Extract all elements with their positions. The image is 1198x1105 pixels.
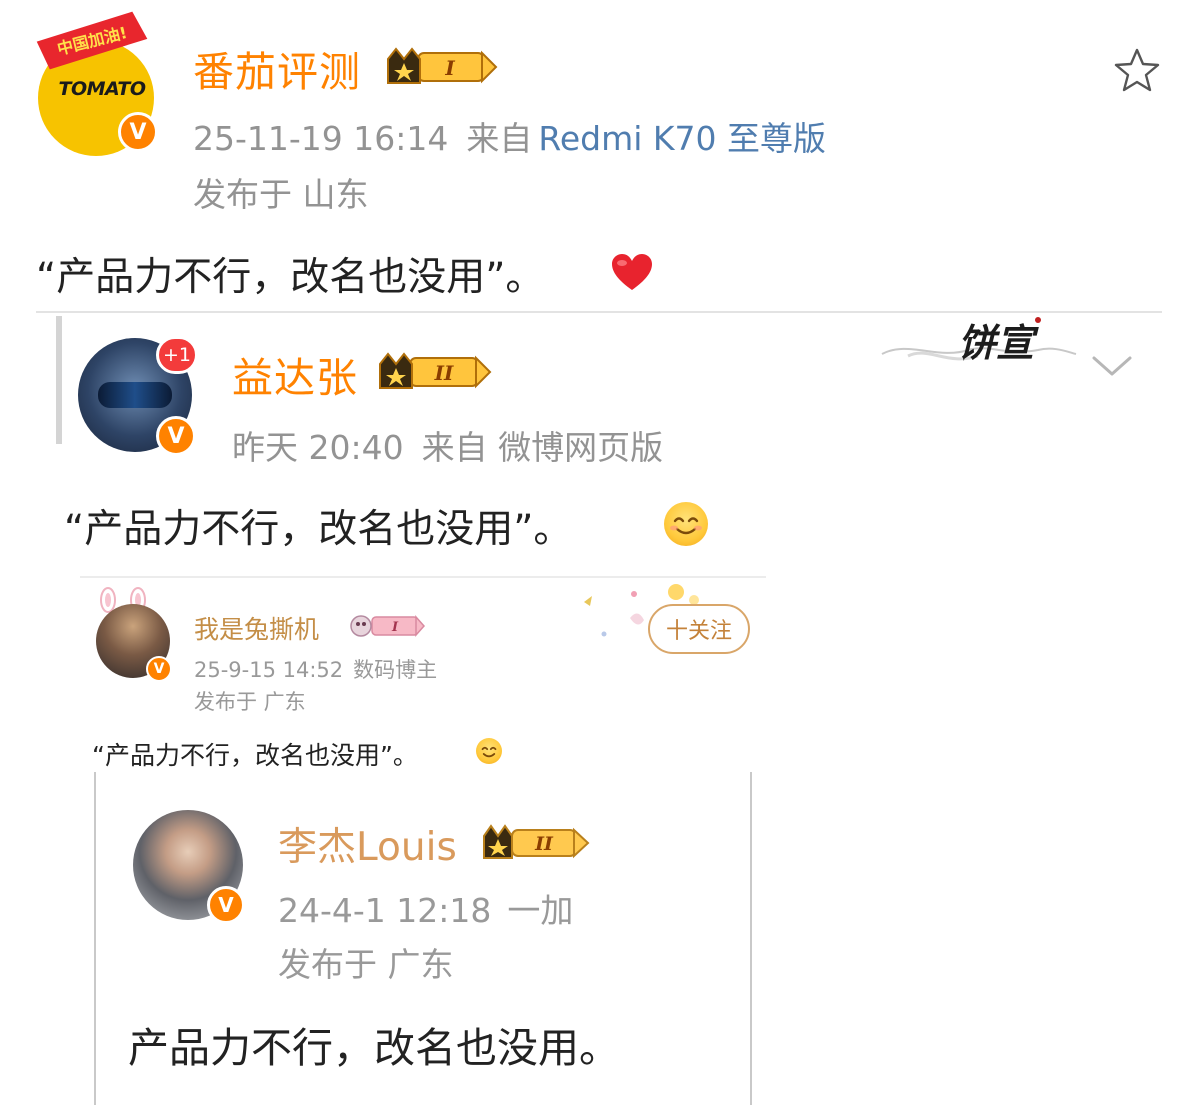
repost2-time: 25-9-15 14:52 — [194, 658, 344, 682]
verified-badge-icon: V — [207, 886, 245, 924]
repost3-meta: 24-4-1 12:18 一加 — [278, 884, 573, 932]
source-label: 来自 — [421, 428, 488, 467]
quote-bar — [56, 316, 62, 444]
repost1-text: “产品力不行，改名也没用”。 — [64, 507, 573, 552]
repost3-time: 24-4-1 12:18 — [278, 891, 492, 930]
source-label: 来自 — [466, 119, 533, 158]
post-text: “产品力不行，改名也没用”。 — [36, 255, 545, 300]
repost2-text: “产品力不行，改名也没用”。 — [92, 741, 418, 770]
crown-icon: I — [387, 47, 498, 84]
repost3-source: 一加 — [507, 891, 574, 930]
svg-text:饼宣: 饼宣 — [958, 320, 1039, 365]
author-name[interactable]: 番茄评测 — [193, 38, 361, 98]
source-link[interactable]: Redmi K70 至尊版 — [538, 119, 826, 158]
notification-badge: +1 — [156, 336, 198, 374]
repost3-text: 产品力不行，改名也没用。 — [128, 1024, 620, 1072]
chevron-down-icon[interactable] — [1090, 352, 1134, 380]
verified-badge-icon: V — [156, 416, 196, 456]
post-location: 发布于 山东 — [193, 175, 369, 214]
star-icon[interactable] — [1112, 46, 1162, 96]
level-text: II — [534, 833, 554, 855]
level-text: I — [444, 56, 455, 80]
post-time: 25-11-19 16:14 — [193, 119, 449, 158]
repost3-author-name[interactable]: 李杰Louis — [278, 816, 457, 872]
crown-icon: II — [379, 352, 492, 389]
repost2-location: 发布于 广东 — [194, 690, 306, 714]
member-level-badge[interactable]: II — [480, 822, 592, 864]
repost2-author-name[interactable]: 我是兔撕机 — [194, 610, 319, 646]
repost1-author-name[interactable]: 益达张 — [232, 344, 358, 404]
member-level-badge[interactable]: I — [348, 612, 426, 640]
repost3-avatar[interactable]: V — [133, 810, 245, 924]
repost3-location: 发布于 广东 — [278, 945, 454, 984]
repost1-source: 微博网页版 — [498, 428, 664, 467]
smile-emoji-icon — [664, 502, 708, 546]
smile-emoji-icon — [476, 738, 502, 764]
avatar-brand-text: TOMATO — [58, 78, 146, 100]
goggles-graphic — [98, 382, 172, 408]
repost2-meta: 25-9-15 14:52 数码博主 — [194, 654, 437, 684]
avatar[interactable]: 中国加油! TOMATO V — [36, 11, 158, 156]
watermark-logo-icon: 饼宣 — [881, 317, 1077, 365]
follow-button[interactable]: 十关注 — [648, 604, 750, 654]
repost1-meta: 昨天 20:40 来自 微博网页版 — [232, 421, 663, 469]
repost2-avatar[interactable]: V — [96, 604, 172, 682]
repost1-time: 昨天 20:40 — [232, 428, 404, 467]
heart-emoji-icon — [612, 254, 652, 290]
flag-banner-icon: 中国加油! — [36, 11, 148, 70]
member-level-badge[interactable]: I — [384, 45, 500, 89]
level-text: I — [391, 620, 399, 635]
verified-badge-icon: V — [146, 656, 172, 682]
level-text: II — [434, 361, 454, 385]
verified-badge-icon: V — [118, 112, 158, 152]
crown-icon: II — [483, 824, 590, 859]
crown-icon: I — [350, 615, 426, 637]
repost2-label: 数码博主 — [353, 658, 438, 682]
post-meta: 25-11-19 16:14 来自 Redmi K70 至尊版 — [193, 112, 826, 160]
member-level-badge[interactable]: II — [376, 350, 494, 394]
